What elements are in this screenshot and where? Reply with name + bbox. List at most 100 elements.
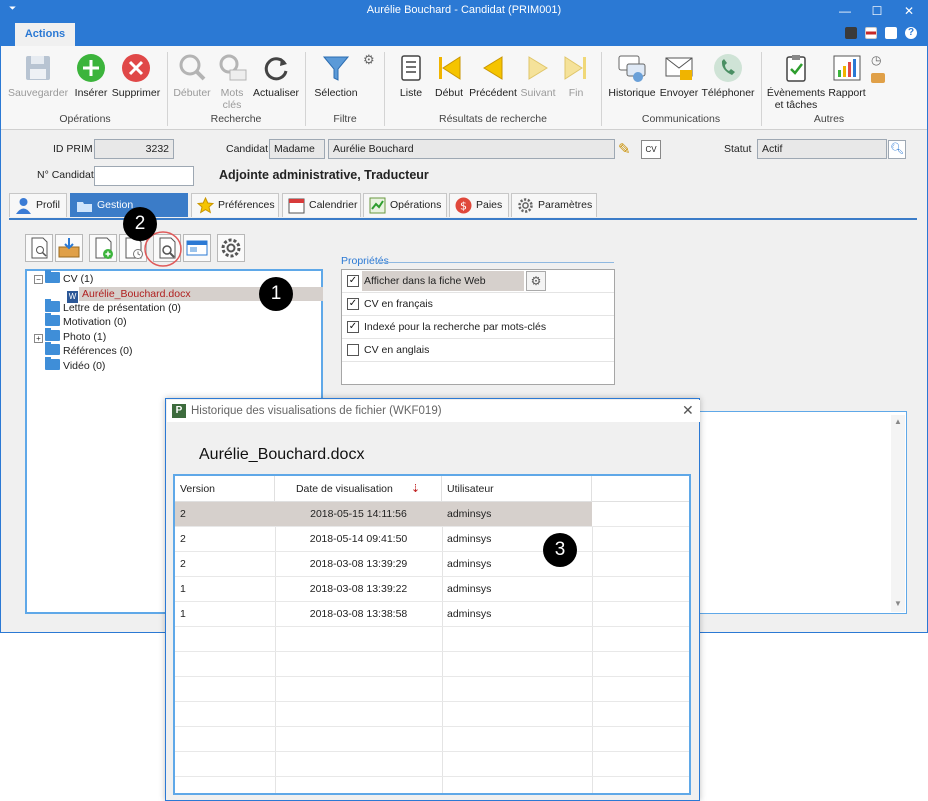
import-document-button[interactable] bbox=[55, 234, 83, 262]
history-button[interactable]: Historique bbox=[605, 52, 659, 99]
tree-item-video[interactable]: Vidéo (0) bbox=[45, 357, 105, 373]
table-row[interactable]: 1 2018-03-08 13:38:58 adminsys bbox=[175, 602, 689, 627]
column-header-date[interactable]: Date de visualisation ⇣ bbox=[275, 476, 442, 502]
dialog-close-icon[interactable]: ✕ bbox=[682, 402, 694, 419]
document-search-icon bbox=[31, 237, 48, 259]
preview-scrollbar[interactable]: ▲ ▼ bbox=[891, 415, 905, 612]
folder-icon bbox=[45, 328, 60, 341]
folder-open-icon bbox=[77, 202, 92, 212]
start-search-button[interactable]: Débuter bbox=[171, 52, 213, 99]
maximize-icon[interactable]: ☐ bbox=[867, 3, 887, 19]
history-chat-icon bbox=[618, 55, 646, 82]
ribbon-tab-actions[interactable]: Actions bbox=[15, 23, 75, 46]
candidate-number-field[interactable] bbox=[94, 166, 194, 186]
report-button[interactable]: Rapport bbox=[827, 52, 867, 99]
candidate-name-field[interactable]: Aurélie Bouchard bbox=[328, 139, 615, 159]
lock-icon[interactable] bbox=[885, 27, 897, 39]
tab-parametres[interactable]: Paramètres bbox=[511, 193, 597, 217]
events-tasks-button[interactable]: Évènements et tâches bbox=[765, 52, 827, 111]
insert-button[interactable]: Insérer bbox=[71, 52, 111, 99]
clock-icon[interactable]: ◷ bbox=[871, 53, 881, 67]
funnel-icon bbox=[322, 56, 350, 81]
filter-settings-icon[interactable]: ⚙ bbox=[363, 52, 375, 68]
folder-icon bbox=[45, 357, 60, 370]
tab-operations[interactable]: Opérations bbox=[363, 193, 447, 217]
document-settings-button[interactable] bbox=[217, 234, 245, 262]
web-display-checkbox[interactable]: ✓ bbox=[347, 275, 359, 287]
property-web-display: ✓ Afficher dans la fiche Web ⚙ bbox=[342, 270, 614, 293]
ribbon: Sauvegarder Insérer Supprimer Débuter Mo… bbox=[1, 46, 927, 130]
view-document-button[interactable] bbox=[25, 234, 53, 262]
folder-icon bbox=[45, 313, 60, 326]
tab-preferences[interactable]: Préférences bbox=[191, 193, 279, 217]
tree-item-document[interactable]: W Aurélie_Bouchard.docx bbox=[67, 287, 191, 303]
save-button[interactable]: Sauvegarder bbox=[7, 52, 69, 99]
previous-button[interactable]: Précédent bbox=[467, 52, 519, 99]
tab-paies[interactable]: $ Paies bbox=[449, 193, 509, 217]
expand-icon[interactable]: + bbox=[34, 334, 43, 343]
candidate-number-label: N° Candidat bbox=[37, 169, 94, 181]
id-prim-field[interactable]: 3232 bbox=[94, 139, 174, 159]
column-header-version[interactable]: Version bbox=[175, 476, 275, 502]
calculator-icon[interactable] bbox=[845, 27, 857, 39]
window-preview-icon bbox=[186, 240, 208, 256]
language-flag-icon[interactable] bbox=[865, 27, 877, 39]
first-button[interactable]: Début bbox=[431, 52, 467, 99]
group-search-results: Résultats de recherche bbox=[439, 113, 547, 125]
status-field[interactable]: Actif bbox=[757, 139, 887, 159]
close-window-icon[interactable]: ✕ bbox=[899, 3, 919, 19]
first-icon bbox=[439, 56, 461, 80]
column-header-filler bbox=[592, 476, 689, 502]
cv-icon[interactable]: CV bbox=[641, 140, 661, 159]
tab-profil[interactable]: Profil bbox=[9, 193, 67, 217]
last-button[interactable]: Fin bbox=[559, 52, 593, 99]
candidate-title-field[interactable]: Madame bbox=[269, 139, 325, 159]
star-icon bbox=[197, 197, 214, 214]
add-document-button[interactable] bbox=[89, 234, 117, 262]
sort-desc-icon: ⇣ bbox=[410, 483, 421, 495]
collapse-icon[interactable]: − bbox=[34, 275, 43, 284]
envelope-icon bbox=[665, 57, 693, 80]
tab-calendrier[interactable]: Calendrier bbox=[282, 193, 361, 217]
previous-icon bbox=[483, 56, 503, 80]
delete-button[interactable]: Supprimer bbox=[109, 52, 163, 99]
properties-divider bbox=[376, 262, 614, 263]
tree-item-cover-letter[interactable]: Lettre de présentation (0) bbox=[45, 299, 181, 315]
group-filter: Filtre bbox=[333, 113, 357, 125]
minimize-icon[interactable]: — bbox=[835, 3, 855, 19]
tree-item-references[interactable]: Références (0) bbox=[45, 342, 132, 358]
table-row[interactable]: 2 2018-05-15 14:11:56 adminsys bbox=[175, 502, 689, 527]
tree-item-photo[interactable]: Photo (1) bbox=[45, 328, 106, 344]
refresh-button[interactable]: Actualiser bbox=[251, 52, 301, 99]
help-icon[interactable]: ? bbox=[905, 27, 917, 39]
group-operations: Opérations bbox=[59, 113, 111, 125]
edit-pencil-icon[interactable]: ✎ bbox=[618, 140, 631, 158]
list-button[interactable]: Liste bbox=[391, 52, 431, 99]
table-row[interactable]: 2 2018-05-14 09:41:50 adminsys bbox=[175, 527, 689, 552]
scroll-down-icon: ▼ bbox=[894, 599, 902, 608]
table-row[interactable]: 2 2018-03-08 13:39:29 adminsys bbox=[175, 552, 689, 577]
indexed-checkbox[interactable]: ✓ bbox=[347, 321, 359, 333]
column-header-user[interactable]: Utilisateur bbox=[442, 476, 592, 502]
callout-badge-3: 3 bbox=[543, 533, 577, 567]
cv-english-checkbox[interactable] bbox=[347, 344, 359, 356]
selection-button[interactable]: Sélection bbox=[311, 52, 361, 99]
app-logo-icon: P bbox=[172, 404, 186, 418]
property-settings-icon[interactable]: ⚙ bbox=[526, 271, 546, 291]
cv-french-checkbox[interactable]: ✓ bbox=[347, 298, 359, 310]
title-bar: ⏷ Aurélie Bouchard - Candidat (PRIM001) … bbox=[1, 1, 927, 21]
settings-gear-icon bbox=[221, 238, 241, 258]
keywords-button[interactable]: Mots clés bbox=[215, 52, 249, 111]
empty-row bbox=[175, 752, 689, 777]
table-row[interactable]: 1 2018-03-08 13:39:22 adminsys bbox=[175, 577, 689, 602]
phone-button[interactable]: Téléphoner bbox=[699, 52, 757, 99]
send-button[interactable]: Envoyer bbox=[659, 52, 699, 99]
folder-icon bbox=[45, 270, 60, 283]
next-button[interactable]: Suivant bbox=[519, 52, 557, 99]
status-search-icon[interactable]: 🔍︎ bbox=[888, 140, 906, 159]
properties-legend: Propriétés bbox=[341, 255, 389, 267]
inbox-icon[interactable] bbox=[871, 73, 885, 83]
tree-item-cv[interactable]: CV (1) bbox=[45, 270, 93, 286]
preview-document-button[interactable] bbox=[183, 234, 211, 262]
tree-item-motivation[interactable]: Motivation (0) bbox=[45, 313, 127, 329]
